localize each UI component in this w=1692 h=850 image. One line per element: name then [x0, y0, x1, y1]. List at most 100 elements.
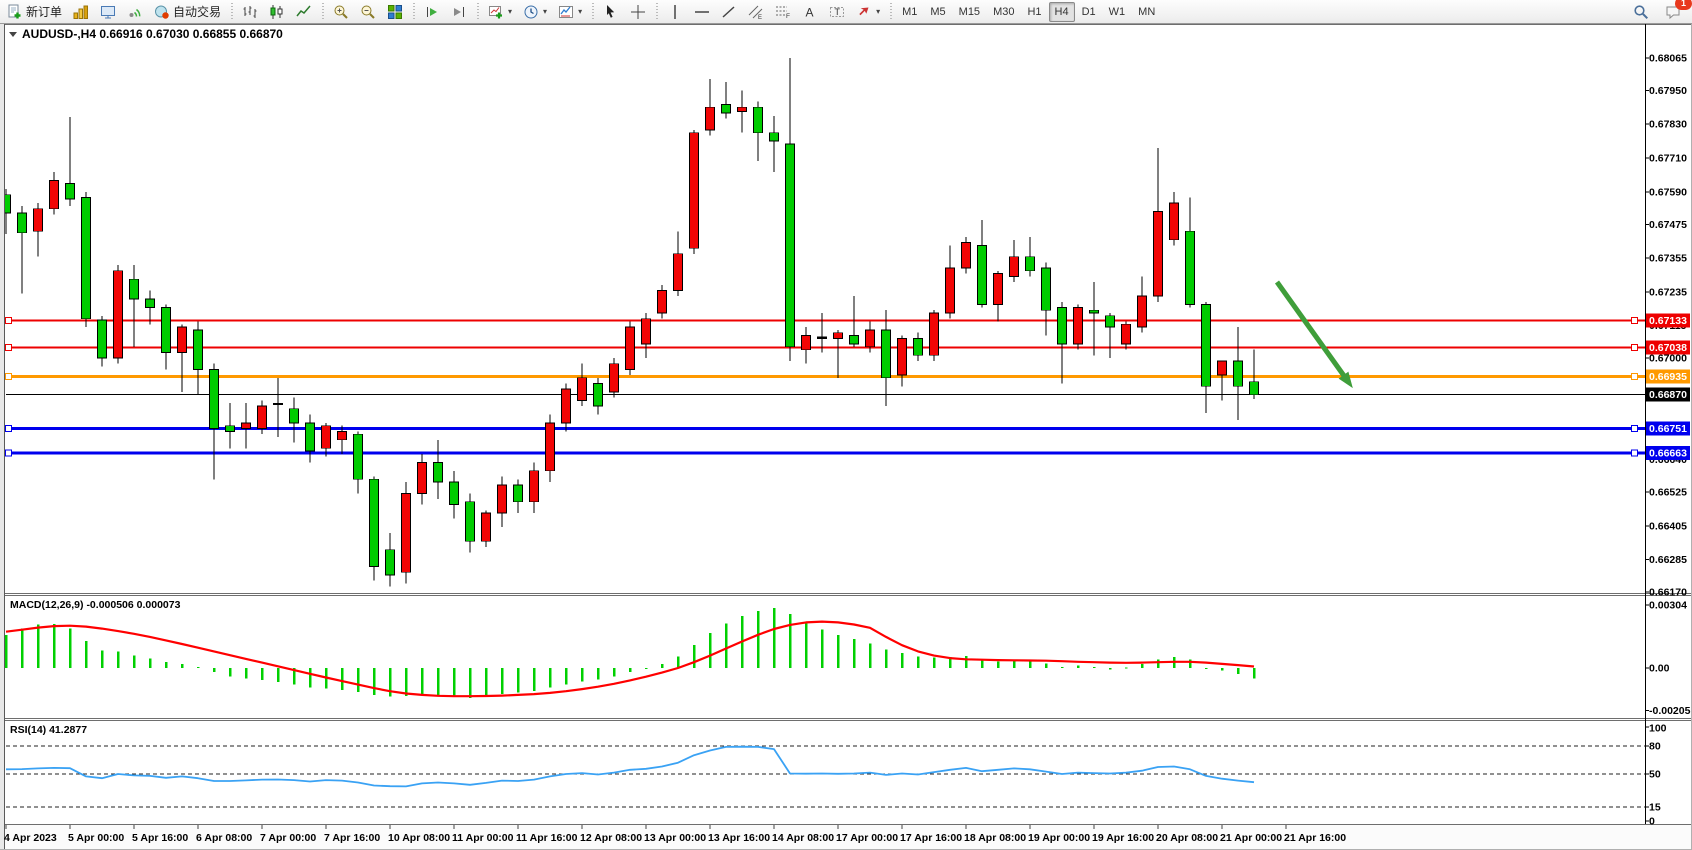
macd-bar	[53, 624, 56, 668]
periods-button[interactable]: ▾	[518, 0, 552, 24]
horizontal-line-button[interactable]	[689, 0, 715, 24]
charts-panel-button[interactable]	[68, 0, 94, 24]
signals-button[interactable]	[122, 0, 148, 24]
text-button[interactable]: A	[797, 0, 823, 24]
time-axis-label: 12 Apr 08:00	[580, 832, 642, 844]
macd-bar	[997, 661, 1000, 668]
timeframe-m1-button[interactable]: M1	[896, 2, 923, 22]
time-axis-label: 7 Apr 00:00	[260, 832, 316, 844]
timeframe-d1-button[interactable]: D1	[1076, 2, 1102, 22]
text-label-button[interactable]: T	[824, 0, 850, 24]
main-toolbar: 新订单 自动交易 ▾ ▾ ▾ EFAT ▾ M1M5M15M30H1H4D1W1MN 1	[0, 0, 1692, 24]
timeframe-h4-button[interactable]: H4	[1049, 2, 1075, 22]
arrows-button[interactable]: ▾	[851, 0, 885, 24]
candle-body	[146, 299, 155, 307]
candle-body	[1010, 257, 1019, 277]
candle-body	[1074, 307, 1083, 344]
timeframe-m5-button[interactable]: M5	[924, 2, 951, 22]
macd-bar	[5, 635, 8, 668]
macd-bar	[581, 668, 584, 681]
price-axis-label: 0.66405	[1649, 520, 1687, 532]
auto-trading-button[interactable]: 自动交易	[149, 0, 226, 24]
timeframe-m30-button[interactable]: M30	[987, 2, 1020, 22]
cursor-button[interactable]	[598, 0, 624, 24]
macd-bar	[277, 668, 280, 682]
crosshair-button[interactable]	[625, 0, 651, 24]
price-axis-label: 0.67710	[1649, 153, 1687, 165]
tile-windows-button[interactable]	[382, 0, 408, 24]
macd-bar	[133, 656, 136, 668]
vertical-line-button[interactable]	[662, 0, 688, 24]
candle-body	[50, 181, 59, 209]
macd-bar	[597, 668, 600, 679]
chevron-down-icon[interactable]: ▾	[508, 7, 512, 16]
chevron-down-icon[interactable]: ▾	[543, 7, 547, 16]
new-order-button[interactable]: 新订单	[2, 0, 67, 24]
toolbar-separator	[475, 3, 480, 21]
macd-bar	[69, 629, 72, 668]
chart-shift-button[interactable]	[446, 0, 472, 24]
new-chart-button[interactable]: ▾	[483, 0, 517, 24]
candle-body	[258, 406, 267, 429]
search-button[interactable]	[1628, 0, 1654, 24]
macd-bar	[245, 668, 248, 678]
candle-body	[34, 209, 43, 232]
timeframe-m15-button[interactable]: M15	[953, 2, 986, 22]
macd-bar	[725, 623, 728, 668]
trendline-button[interactable]	[716, 0, 742, 24]
level-anchor-right[interactable]	[1632, 344, 1638, 350]
zoom-out-button[interactable]	[355, 0, 381, 24]
auto-scroll-button[interactable]	[419, 0, 445, 24]
time-axis-label: 18 Apr 08:00	[964, 832, 1026, 844]
price-axis-label: 0.67475	[1649, 219, 1687, 231]
level-anchor-right[interactable]	[1632, 450, 1638, 456]
level-anchor-left[interactable]	[6, 373, 12, 379]
level-anchor-right[interactable]	[1632, 425, 1638, 431]
timeframe-w1-button[interactable]: W1	[1103, 2, 1132, 22]
level-anchor-left[interactable]	[6, 450, 12, 456]
timeframe-mn-button[interactable]: MN	[1132, 2, 1161, 22]
rsi-axis-label: 0	[1649, 816, 1655, 828]
candle-body	[466, 502, 475, 541]
market-watch-button[interactable]	[95, 0, 121, 24]
macd-bar	[21, 629, 24, 668]
notifications-button[interactable]: 1	[1660, 0, 1686, 24]
line-chart-mode-button[interactable]	[291, 0, 317, 24]
macd-bar	[565, 668, 568, 685]
rsi-axis-label: 50	[1649, 769, 1661, 781]
macd-bar	[501, 668, 504, 694]
candle-body	[1186, 231, 1195, 304]
price-chart[interactable]: 0.680650.679500.678300.677100.675900.674…	[0, 24, 1692, 850]
chevron-down-icon[interactable]: ▾	[876, 7, 880, 16]
level-anchor-left[interactable]	[6, 318, 12, 324]
candle-body	[642, 319, 651, 344]
price-level-badge-text: 0.66663	[1649, 448, 1687, 460]
candle-body	[242, 423, 251, 429]
equidistant-channel-button[interactable]: E	[743, 0, 769, 24]
level-anchor-left[interactable]	[6, 344, 12, 350]
trend-icon	[721, 4, 737, 20]
level-anchor-right[interactable]	[1632, 318, 1638, 324]
time-axis-label: 21 Apr 00:00	[1220, 832, 1282, 844]
zoom-in-button[interactable]	[328, 0, 354, 24]
candle-body	[1058, 307, 1067, 344]
bar-chart-mode-button[interactable]	[237, 0, 263, 24]
candle-body	[82, 197, 91, 318]
candle-body	[338, 431, 347, 439]
macd-bar	[165, 662, 168, 668]
candle-chart-mode-button[interactable]	[264, 0, 290, 24]
macd-bar	[613, 668, 616, 676]
channel-icon: E	[748, 4, 764, 20]
macd-bar	[693, 645, 696, 668]
line-icon	[296, 4, 312, 20]
candle-body	[738, 107, 747, 111]
level-anchor-right[interactable]	[1632, 373, 1638, 379]
chevron-down-icon[interactable]: ▾	[578, 7, 582, 16]
fibonacci-button[interactable]: F	[770, 0, 796, 24]
hline-icon	[694, 4, 710, 20]
auto-trading-label: 自动交易	[173, 3, 221, 20]
timeframe-h1-button[interactable]: H1	[1021, 2, 1047, 22]
candle-body	[786, 144, 795, 347]
templates-button[interactable]: ▾	[553, 0, 587, 24]
level-anchor-left[interactable]	[6, 425, 12, 431]
